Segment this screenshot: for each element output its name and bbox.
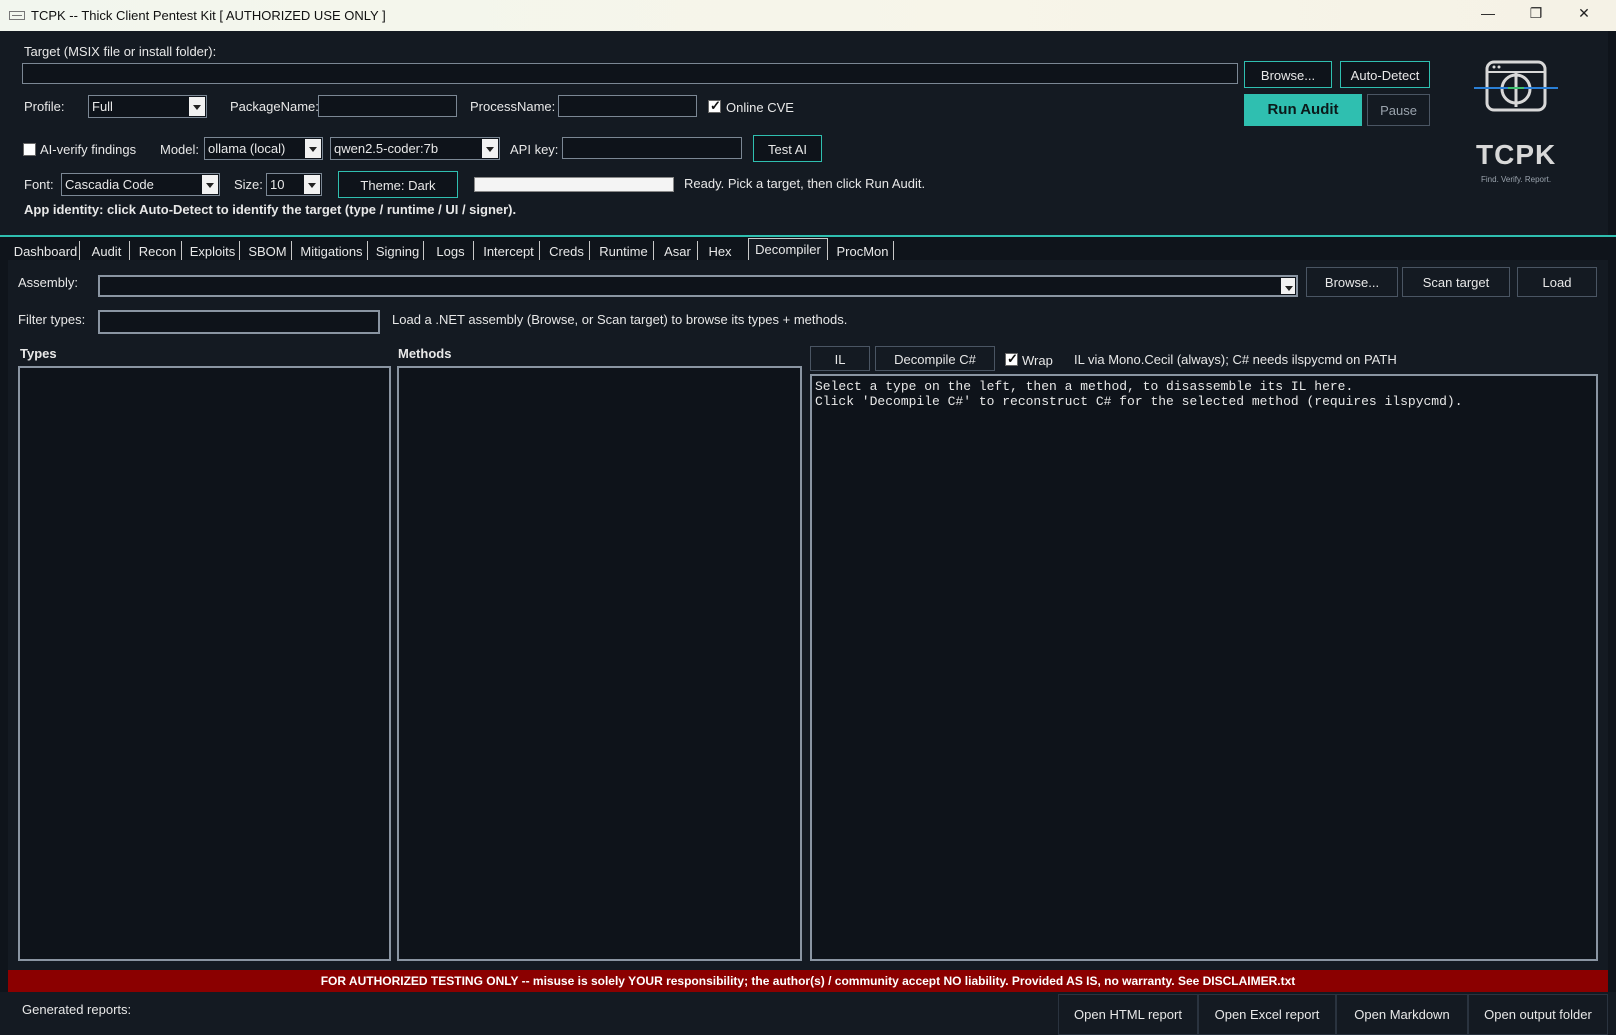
app-icon	[9, 11, 25, 20]
wrap-checkbox[interactable]	[1005, 351, 1018, 367]
chevron-down-icon	[304, 175, 320, 194]
tab-asar[interactable]: Asar	[658, 241, 698, 262]
tab-audit[interactable]: Audit	[84, 241, 130, 262]
chevron-down-icon	[482, 139, 498, 158]
code-output[interactable]: Select a type on the left, then a method…	[810, 374, 1598, 961]
open-markdown-button[interactable]: Open Markdown	[1336, 994, 1468, 1035]
tab-sbom[interactable]: SBOM	[244, 241, 292, 262]
model-name-select[interactable]: qwen2.5-coder:7b	[330, 137, 500, 160]
tab-intercept[interactable]: Intercept	[478, 241, 540, 262]
maximize-button[interactable]: ❐	[1522, 5, 1550, 25]
progress-bar	[474, 177, 674, 192]
api-key-input[interactable]	[562, 137, 742, 159]
il-button[interactable]: IL	[810, 346, 870, 371]
app-identity-text: App identity: click Auto-Detect to ident…	[24, 202, 517, 217]
process-label: ProcessName:	[470, 99, 556, 114]
font-value: Cascadia Code	[65, 177, 154, 192]
output-line-1: Select a type on the left, then a method…	[815, 379, 1354, 394]
tab-logs[interactable]: Logs	[428, 241, 474, 262]
tab-mitigations[interactable]: Mitigations	[296, 241, 368, 262]
package-label: PackageName:	[230, 99, 319, 114]
types-list[interactable]	[18, 366, 391, 961]
size-select[interactable]: 10	[266, 173, 322, 196]
font-select[interactable]: Cascadia Code	[61, 173, 220, 196]
chevron-down-icon	[305, 139, 321, 158]
font-label: Font:	[24, 177, 54, 192]
decompiler-panel: Assembly: Browse... Scan target Load Fil…	[8, 260, 1608, 970]
size-value: 10	[270, 177, 285, 192]
output-line-2: Click 'Decompile C#' to reconstruct C# f…	[815, 394, 1463, 409]
generated-reports-label: Generated reports:	[22, 1002, 132, 1017]
tab-dashboard[interactable]: Dashboard	[12, 241, 80, 262]
ai-verify-label: AI-verify findings	[40, 142, 137, 157]
il-note: IL via Mono.Cecil (always); C# needs ils…	[1074, 352, 1397, 367]
close-button[interactable]: ✕	[1570, 5, 1598, 25]
bottom-bar: Generated reports: Open HTML report Open…	[0, 992, 1616, 1035]
tab-creds[interactable]: Creds	[544, 241, 590, 262]
model-select[interactable]: ollama (local)	[204, 137, 323, 160]
browse-assembly-button[interactable]: Browse...	[1306, 267, 1398, 297]
profile-label: Profile:	[24, 99, 65, 114]
types-header: Types	[20, 346, 57, 361]
methods-list[interactable]	[397, 366, 802, 961]
filter-types-label: Filter types:	[18, 312, 86, 327]
size-label: Size:	[234, 177, 263, 192]
tab-procmon[interactable]: ProcMon	[832, 241, 894, 262]
status-text: Ready. Pick a target, then click Run Aud…	[684, 176, 926, 191]
assembly-label: Assembly:	[18, 275, 78, 290]
test-ai-button[interactable]: Test AI	[753, 135, 822, 162]
online-cve-checkbox[interactable]	[708, 98, 721, 114]
model-label: Model:	[160, 142, 200, 157]
online-cve-label: Online CVE	[726, 100, 794, 115]
profile-value: Full	[92, 99, 113, 114]
browse-target-button[interactable]: Browse...	[1244, 61, 1332, 88]
tcpk-logo-icon	[1474, 60, 1558, 112]
window-title: TCPK -- Thick Client Pentest Kit [ AUTHO…	[31, 8, 386, 23]
hint-text: Load a .NET assembly (Browse, or Scan ta…	[392, 312, 848, 327]
pause-button[interactable]: Pause	[1367, 94, 1430, 126]
auto-detect-button[interactable]: Auto-Detect	[1340, 61, 1430, 88]
tab-signing[interactable]: Signing	[372, 241, 424, 262]
tab-decompiler[interactable]: Decompiler	[748, 238, 828, 262]
theme-button[interactable]: Theme: Dark	[338, 171, 458, 198]
ai-verify-checkbox[interactable]	[23, 143, 36, 156]
assembly-select[interactable]	[98, 275, 1298, 297]
target-input[interactable]	[22, 63, 1238, 84]
chevron-down-icon	[202, 175, 218, 194]
model-value: ollama (local)	[208, 141, 286, 156]
methods-header: Methods	[398, 346, 452, 361]
decompile-csharp-button[interactable]: Decompile C#	[875, 346, 995, 371]
title-bar: TCPK -- Thick Client Pentest Kit [ AUTHO…	[0, 0, 1616, 31]
tab-hex[interactable]: Hex	[702, 241, 738, 262]
api-key-label: API key:	[510, 142, 559, 157]
tab-recon[interactable]: Recon	[134, 241, 182, 262]
load-button[interactable]: Load	[1517, 267, 1597, 297]
filter-types-input[interactable]	[98, 310, 380, 334]
open-output-folder-button[interactable]: Open output folder	[1468, 994, 1608, 1035]
disclaimer-banner: FOR AUTHORIZED TESTING ONLY -- misuse is…	[8, 970, 1608, 992]
model-name-value: qwen2.5-coder:7b	[334, 141, 439, 156]
chevron-down-icon	[189, 97, 205, 116]
top-panel: Target (MSIX file or install folder): Br…	[0, 31, 1608, 235]
tab-exploits[interactable]: Exploits	[186, 241, 240, 262]
target-label: Target (MSIX file or install folder):	[24, 44, 217, 59]
package-name-input[interactable]	[318, 95, 457, 117]
profile-select[interactable]: Full	[88, 95, 207, 118]
chevron-down-icon	[1281, 278, 1295, 294]
tab-strip: Dashboard Audit Recon Exploits SBOM Miti…	[0, 235, 1616, 262]
logo-tagline: Find. Verify. Report.	[1481, 175, 1552, 184]
tab-runtime[interactable]: Runtime	[594, 241, 654, 262]
logo-name: TCPK	[1476, 139, 1557, 170]
scan-target-button[interactable]: Scan target	[1402, 267, 1510, 297]
process-name-input[interactable]	[558, 95, 697, 117]
run-audit-button[interactable]: Run Audit	[1244, 94, 1362, 126]
minimize-button[interactable]: —	[1474, 5, 1502, 25]
wrap-label: Wrap	[1022, 353, 1053, 368]
open-excel-report-button[interactable]: Open Excel report	[1198, 994, 1336, 1035]
open-html-report-button[interactable]: Open HTML report	[1058, 994, 1198, 1035]
